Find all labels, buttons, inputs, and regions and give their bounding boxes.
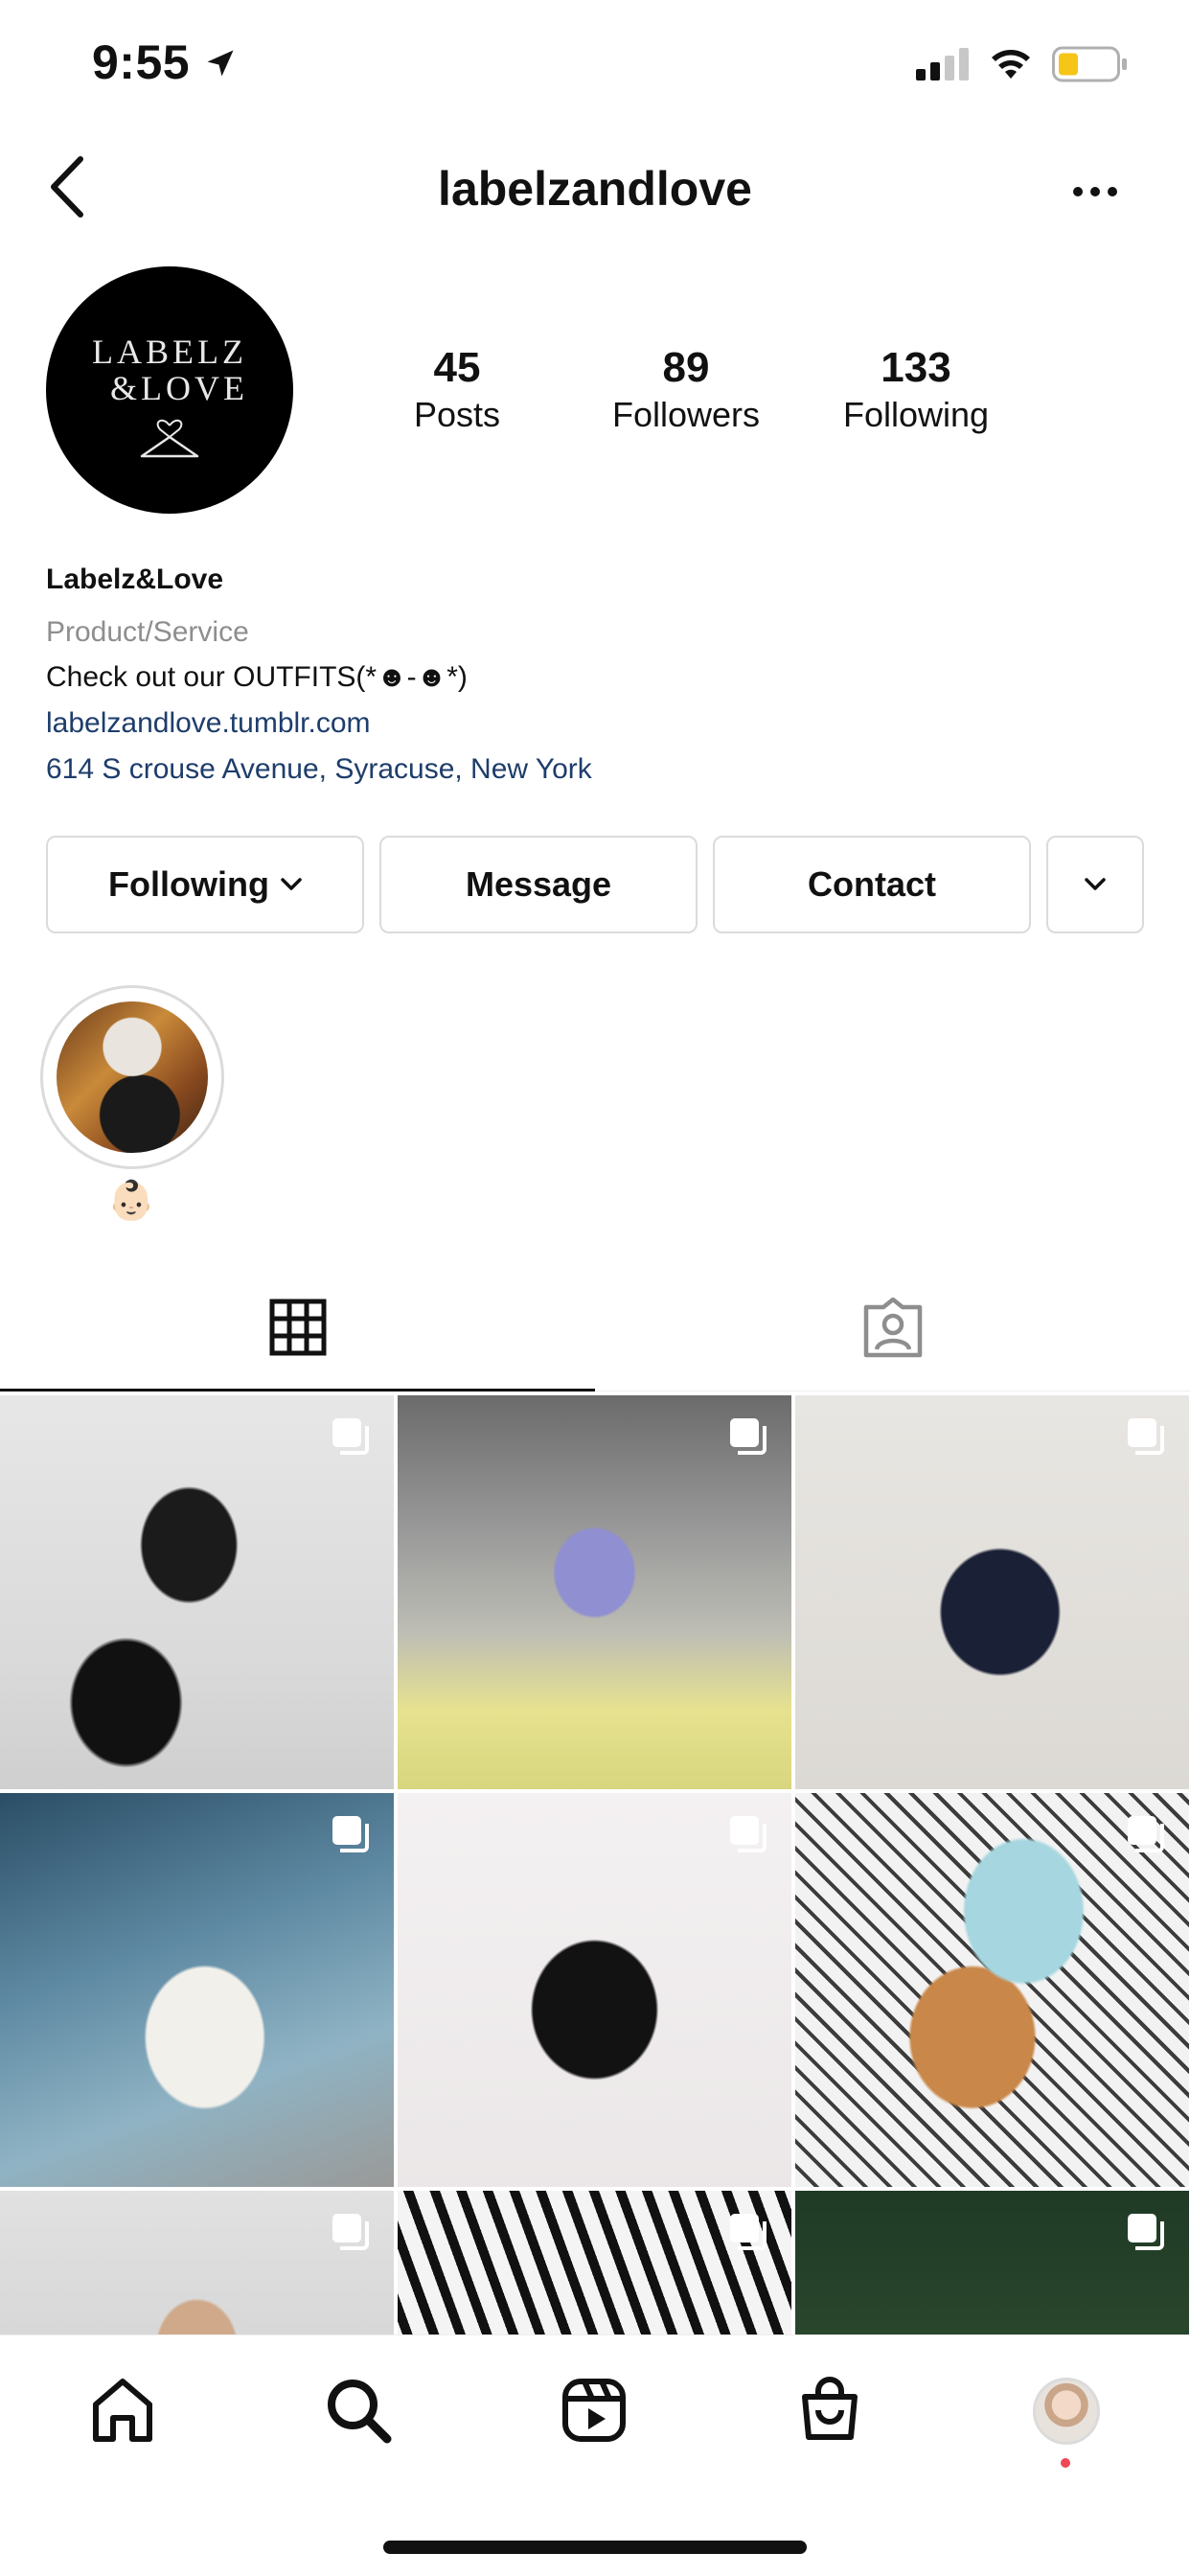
tab-posts-grid[interactable] (0, 1265, 595, 1392)
profile-display-name: Labelz&Love (46, 564, 224, 595)
message-button[interactable]: Message (379, 836, 698, 933)
multiple-photos-icon (730, 1816, 767, 1852)
grid-icon (269, 1299, 326, 1355)
following-button-label: Following (108, 864, 269, 904)
avatar-logo-line2: &LOVE (110, 369, 248, 407)
home-icon (93, 2379, 152, 2442)
multiple-photos-icon (332, 2214, 369, 2250)
stat-followers[interactable]: 89 Followers (581, 343, 791, 437)
home-indicator (383, 2541, 807, 2554)
chevron-down-icon (281, 878, 302, 890)
multiple-photos-icon (332, 1418, 369, 1455)
profile-category: Product/Service (46, 616, 249, 648)
chevron-down-icon (1085, 878, 1106, 890)
post-thumbnail[interactable] (398, 1395, 791, 1789)
post-thumbnail[interactable] (795, 2191, 1189, 2334)
post-thumbnail[interactable] (0, 1793, 394, 2187)
contact-button[interactable]: Contact (713, 836, 1031, 933)
profile-bio: Check out our OUTFITS(*☻-☻*) (46, 661, 468, 693)
stat-followers-value: 89 (662, 344, 710, 391)
profile-username: labelzandlove (438, 162, 752, 216)
notification-dot (1061, 2458, 1070, 2468)
stat-following-label: Following (842, 395, 990, 434)
post-thumbnail[interactable] (795, 1793, 1189, 2187)
story-highlight-label: 👶🏻 (107, 1180, 155, 1222)
more-options-icon[interactable] (1071, 178, 1119, 205)
suggested-accounts-button[interactable] (1046, 836, 1144, 933)
tab-tagged[interactable] (595, 1265, 1190, 1392)
battery-icon (1052, 46, 1127, 82)
post-thumbnail[interactable] (795, 1395, 1189, 1789)
story-highlight-cover (57, 1001, 208, 1153)
posts-grid (0, 1395, 1190, 2334)
bottom-navigation (0, 2334, 1190, 2576)
message-button-label: Message (465, 864, 612, 904)
stat-followers-label: Followers (611, 395, 761, 434)
stat-posts[interactable]: 45 Posts (352, 343, 562, 437)
nav-search[interactable] (320, 2372, 397, 2449)
shop-icon (802, 2377, 858, 2440)
avatar-logo-line1: LABELZ (92, 333, 247, 371)
multiple-photos-icon (730, 2214, 767, 2250)
status-time: 9:55 (92, 35, 191, 89)
multiple-photos-icon (332, 1816, 369, 1852)
multiple-photos-icon (1128, 2214, 1164, 2250)
nav-profile-avatar[interactable] (1033, 2378, 1100, 2445)
tagged-person-icon (863, 1297, 922, 1357)
status-bar: 9:55 (0, 0, 1190, 134)
post-thumbnail[interactable] (0, 1395, 394, 1789)
wifi-icon (992, 50, 1030, 79)
post-thumbnail[interactable] (398, 2191, 791, 2334)
stat-following[interactable]: 133 Following (811, 343, 1021, 437)
nav-shop[interactable] (791, 2372, 868, 2449)
stat-following-value: 133 (881, 344, 951, 391)
hanger-heart-icon (140, 419, 199, 458)
nav-reels[interactable] (556, 2372, 632, 2449)
reels-icon (562, 2379, 626, 2442)
nav-home[interactable] (84, 2372, 161, 2449)
story-highlight[interactable] (40, 985, 224, 1169)
multiple-photos-icon (1128, 1816, 1164, 1852)
stat-posts-label: Posts (413, 395, 501, 434)
location-arrow-icon (207, 50, 234, 77)
profile-avatar[interactable]: LABELZ &LOVE (46, 266, 293, 514)
cellular-signal-icon (916, 48, 969, 80)
stat-posts-value: 45 (433, 344, 481, 391)
profile-address-link[interactable]: 614 S crouse Avenue, Syracuse, New York (46, 753, 592, 786)
multiple-photos-icon (1128, 1418, 1164, 1455)
search-icon (328, 2380, 392, 2444)
multiple-photos-icon (730, 1418, 767, 1455)
profile-website-link[interactable]: labelzandlove.tumblr.com (46, 707, 371, 740)
contact-button-label: Contact (808, 864, 936, 904)
following-button[interactable]: Following (46, 836, 364, 933)
post-thumbnail[interactable] (0, 2191, 394, 2334)
post-thumbnail[interactable] (398, 1793, 791, 2187)
